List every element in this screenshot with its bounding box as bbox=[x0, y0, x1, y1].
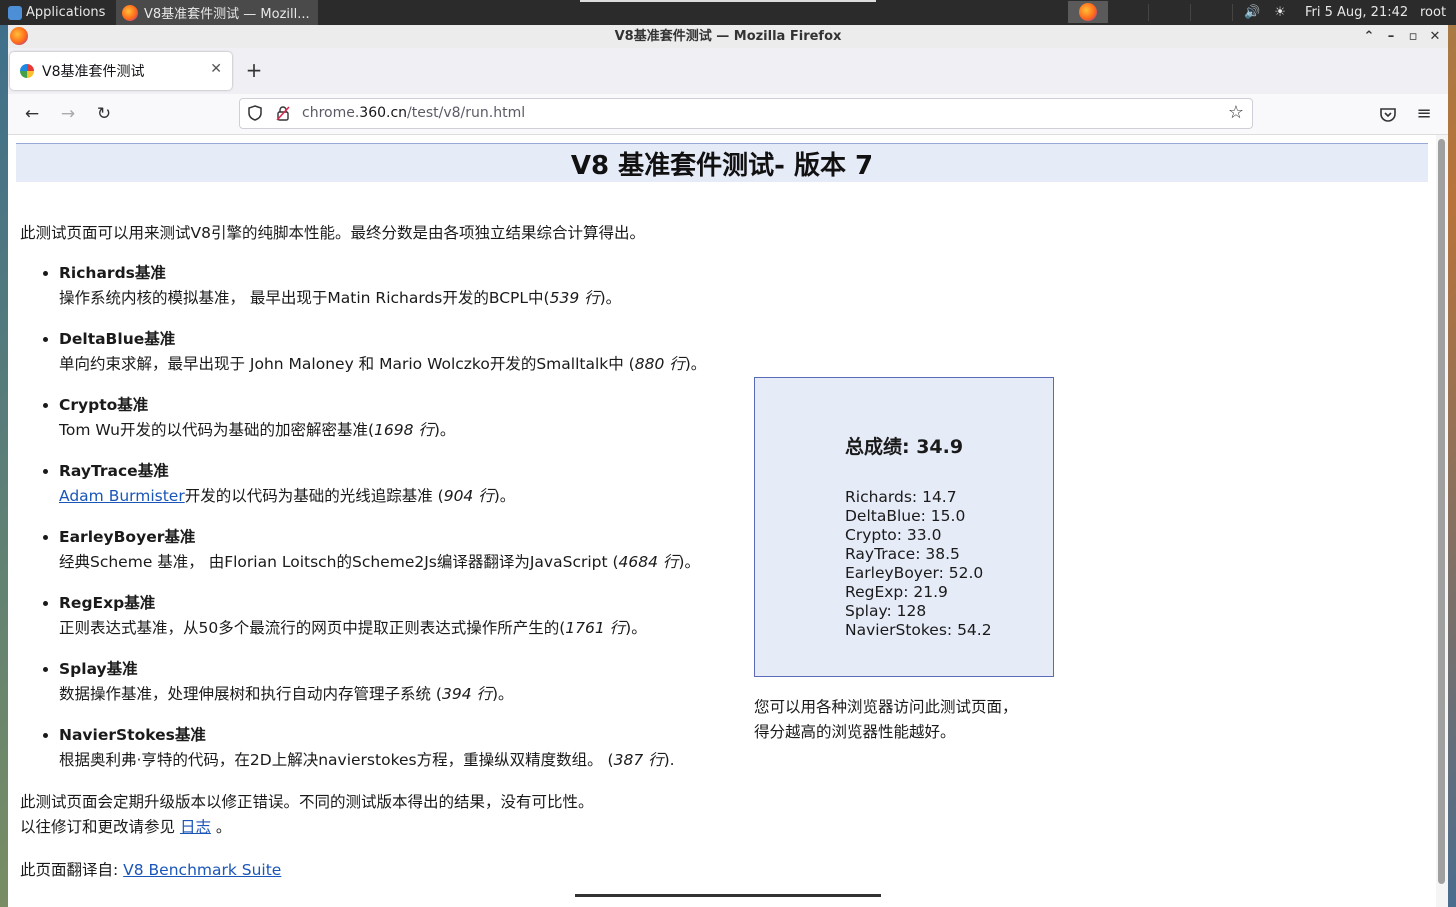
total-score: 总成绩: 34.9 bbox=[845, 436, 964, 458]
firefox-icon bbox=[1079, 3, 1097, 21]
list-item: NavierStokes基准 根据奥利弗·亨特的代码，在2D上解决naviers… bbox=[59, 723, 759, 773]
panel-divider bbox=[580, 0, 876, 2]
bookmark-star-icon[interactable]: ☆ bbox=[1228, 102, 1244, 123]
page-header: V8 基准套件测试- 版本 7 bbox=[16, 143, 1428, 182]
score-deltablue: DeltaBlue: 15.0 bbox=[845, 507, 966, 525]
minimize-all-icon[interactable]: ⌃ bbox=[1360, 25, 1378, 48]
list-item: RayTrace基准 Adam Burmister开发的以代码为基础的光线追踪基… bbox=[59, 459, 759, 509]
clock[interactable]: Fri 5 Aug, 21:42 bbox=[1305, 0, 1408, 25]
score-navierstokes: NavierStokes: 54.2 bbox=[845, 621, 992, 639]
intro-text: 此测试页面可以用来测试V8引擎的纯脚本性能。最终分数是由各项独立结果综合计算得出… bbox=[20, 224, 645, 242]
footer-notes: 此测试页面会定期升级版本以修正错误。不同的测试版本得出的结果，没有可比性。 以往… bbox=[20, 793, 594, 836]
list-item: RegExp基准 正则表达式基准，从50多个最流行的网页中提取正则表达式操作所产… bbox=[59, 591, 759, 641]
applications-menu[interactable]: Applications bbox=[8, 0, 105, 25]
taskbar-item-label: V8基准套件测试 — Mozill... bbox=[144, 7, 310, 22]
scrollbar-thumb[interactable] bbox=[1438, 139, 1445, 884]
vertical-scrollbar[interactable] bbox=[1436, 135, 1448, 907]
page-content: V8 基准套件测试- 版本 7 此测试页面可以用来测试V8引擎的纯脚本性能。最终… bbox=[8, 135, 1436, 907]
score-crypto: Crypto: 33.0 bbox=[845, 526, 942, 544]
volume-icon[interactable]: 🔊 bbox=[1244, 5, 1260, 20]
minimize-icon[interactable]: – bbox=[1382, 25, 1400, 48]
score-splay: Splay: 128 bbox=[845, 602, 927, 620]
list-item: DeltaBlue基准 单向约束求解，最早出现于 John Maloney 和 … bbox=[59, 327, 759, 377]
xfce-logo-icon bbox=[8, 5, 22, 20]
firefox-window: V8基准套件测试 — Mozilla Firefox ⌃ – ▫ ✕ V8基准套… bbox=[8, 25, 1448, 907]
score-regexp: RegExp: 21.9 bbox=[845, 583, 948, 601]
browser-note: 您可以用各种浏览器访问此测试页面， 得分越高的浏览器性能越好。 bbox=[754, 698, 1018, 741]
maximize-icon[interactable]: ▫ bbox=[1404, 25, 1422, 48]
score-box: 总成绩: 34.9 Richards: 14.7 DeltaBlue: 15.0… bbox=[754, 377, 1054, 677]
pocket-icon[interactable] bbox=[1378, 102, 1398, 126]
list-item: Richards基准 操作系统内核的模拟基准， 最早出现于Matin Richa… bbox=[59, 261, 759, 311]
tray-firefox-button[interactable] bbox=[1068, 1, 1108, 23]
list-item: Splay基准 数据操作基准，处理伸展树和执行自动内存管理子系统 (394 行)… bbox=[59, 657, 759, 707]
site-favicon-icon bbox=[20, 64, 34, 78]
list-item: Crypto基准 Tom Wu开发的以代码为基础的加密解密基准(1698 行)。 bbox=[59, 393, 759, 443]
firefox-icon bbox=[122, 4, 138, 21]
benchmark-list: Richards基准 操作系统内核的模拟基准， 最早出现于Matin Richa… bbox=[44, 261, 759, 789]
changelog-link[interactable]: 日志 bbox=[180, 818, 211, 836]
page-title: V8 基准套件测试- 版本 7 bbox=[570, 151, 874, 181]
url-text: chrome.360.cn/test/v8/run.html bbox=[302, 105, 526, 121]
tab-title: V8基准套件测试 bbox=[42, 64, 145, 80]
weather-icon[interactable]: ☀ bbox=[1274, 5, 1286, 20]
navigation-toolbar: ← → ↻ chrome.360.cn/test/v8/run.html ☆ ≡ bbox=[8, 94, 1448, 135]
tab-strip: V8基准套件测试 ✕ + bbox=[8, 48, 1448, 94]
hamburger-menu-icon[interactable]: ≡ bbox=[1414, 102, 1434, 126]
adam-burmister-link[interactable]: Adam Burmister bbox=[59, 487, 185, 505]
taskbar-firefox-item[interactable]: V8基准套件测试 — Mozill... bbox=[116, 0, 318, 25]
list-item: EarleyBoyer基准 经典Scheme 基准， 由Florian Loit… bbox=[59, 525, 759, 575]
applications-label: Applications bbox=[26, 5, 106, 20]
url-bar[interactable]: chrome.360.cn/test/v8/run.html ☆ bbox=[239, 98, 1253, 129]
tracking-shield-icon[interactable] bbox=[248, 105, 262, 121]
window-titlebar[interactable]: V8基准套件测试 — Mozilla Firefox ⌃ – ▫ ✕ bbox=[8, 25, 1448, 48]
window-title: V8基准套件测试 — Mozilla Firefox bbox=[614, 29, 842, 44]
score-list: Richards: 14.7 DeltaBlue: 15.0 Crypto: 3… bbox=[845, 488, 992, 640]
new-tab-button[interactable]: + bbox=[242, 58, 266, 82]
insecure-lock-icon[interactable] bbox=[276, 106, 290, 121]
score-raytrace: RayTrace: 38.5 bbox=[845, 545, 960, 563]
close-icon[interactable]: ✕ bbox=[1426, 25, 1444, 48]
forward-button[interactable]: → bbox=[56, 102, 80, 126]
translation-source: 此页面翻译自: V8 Benchmark Suite bbox=[20, 861, 282, 879]
tab-close-icon[interactable]: ✕ bbox=[210, 61, 222, 77]
score-earleyboyer: EarleyBoyer: 52.0 bbox=[845, 564, 984, 582]
firefox-icon bbox=[10, 27, 28, 45]
user-menu[interactable]: root bbox=[1420, 0, 1446, 25]
reload-button[interactable]: ↻ bbox=[92, 102, 116, 126]
back-button[interactable]: ← bbox=[20, 102, 44, 126]
tab-active[interactable]: V8基准套件测试 ✕ bbox=[10, 52, 232, 90]
v8-benchmark-suite-link[interactable]: V8 Benchmark Suite bbox=[123, 861, 281, 879]
bottom-divider bbox=[575, 894, 881, 897]
score-richards: Richards: 14.7 bbox=[845, 488, 957, 506]
top-panel: Applications V8基准套件测试 — Mozill... 🔊 ☀ Fr… bbox=[0, 0, 1456, 25]
